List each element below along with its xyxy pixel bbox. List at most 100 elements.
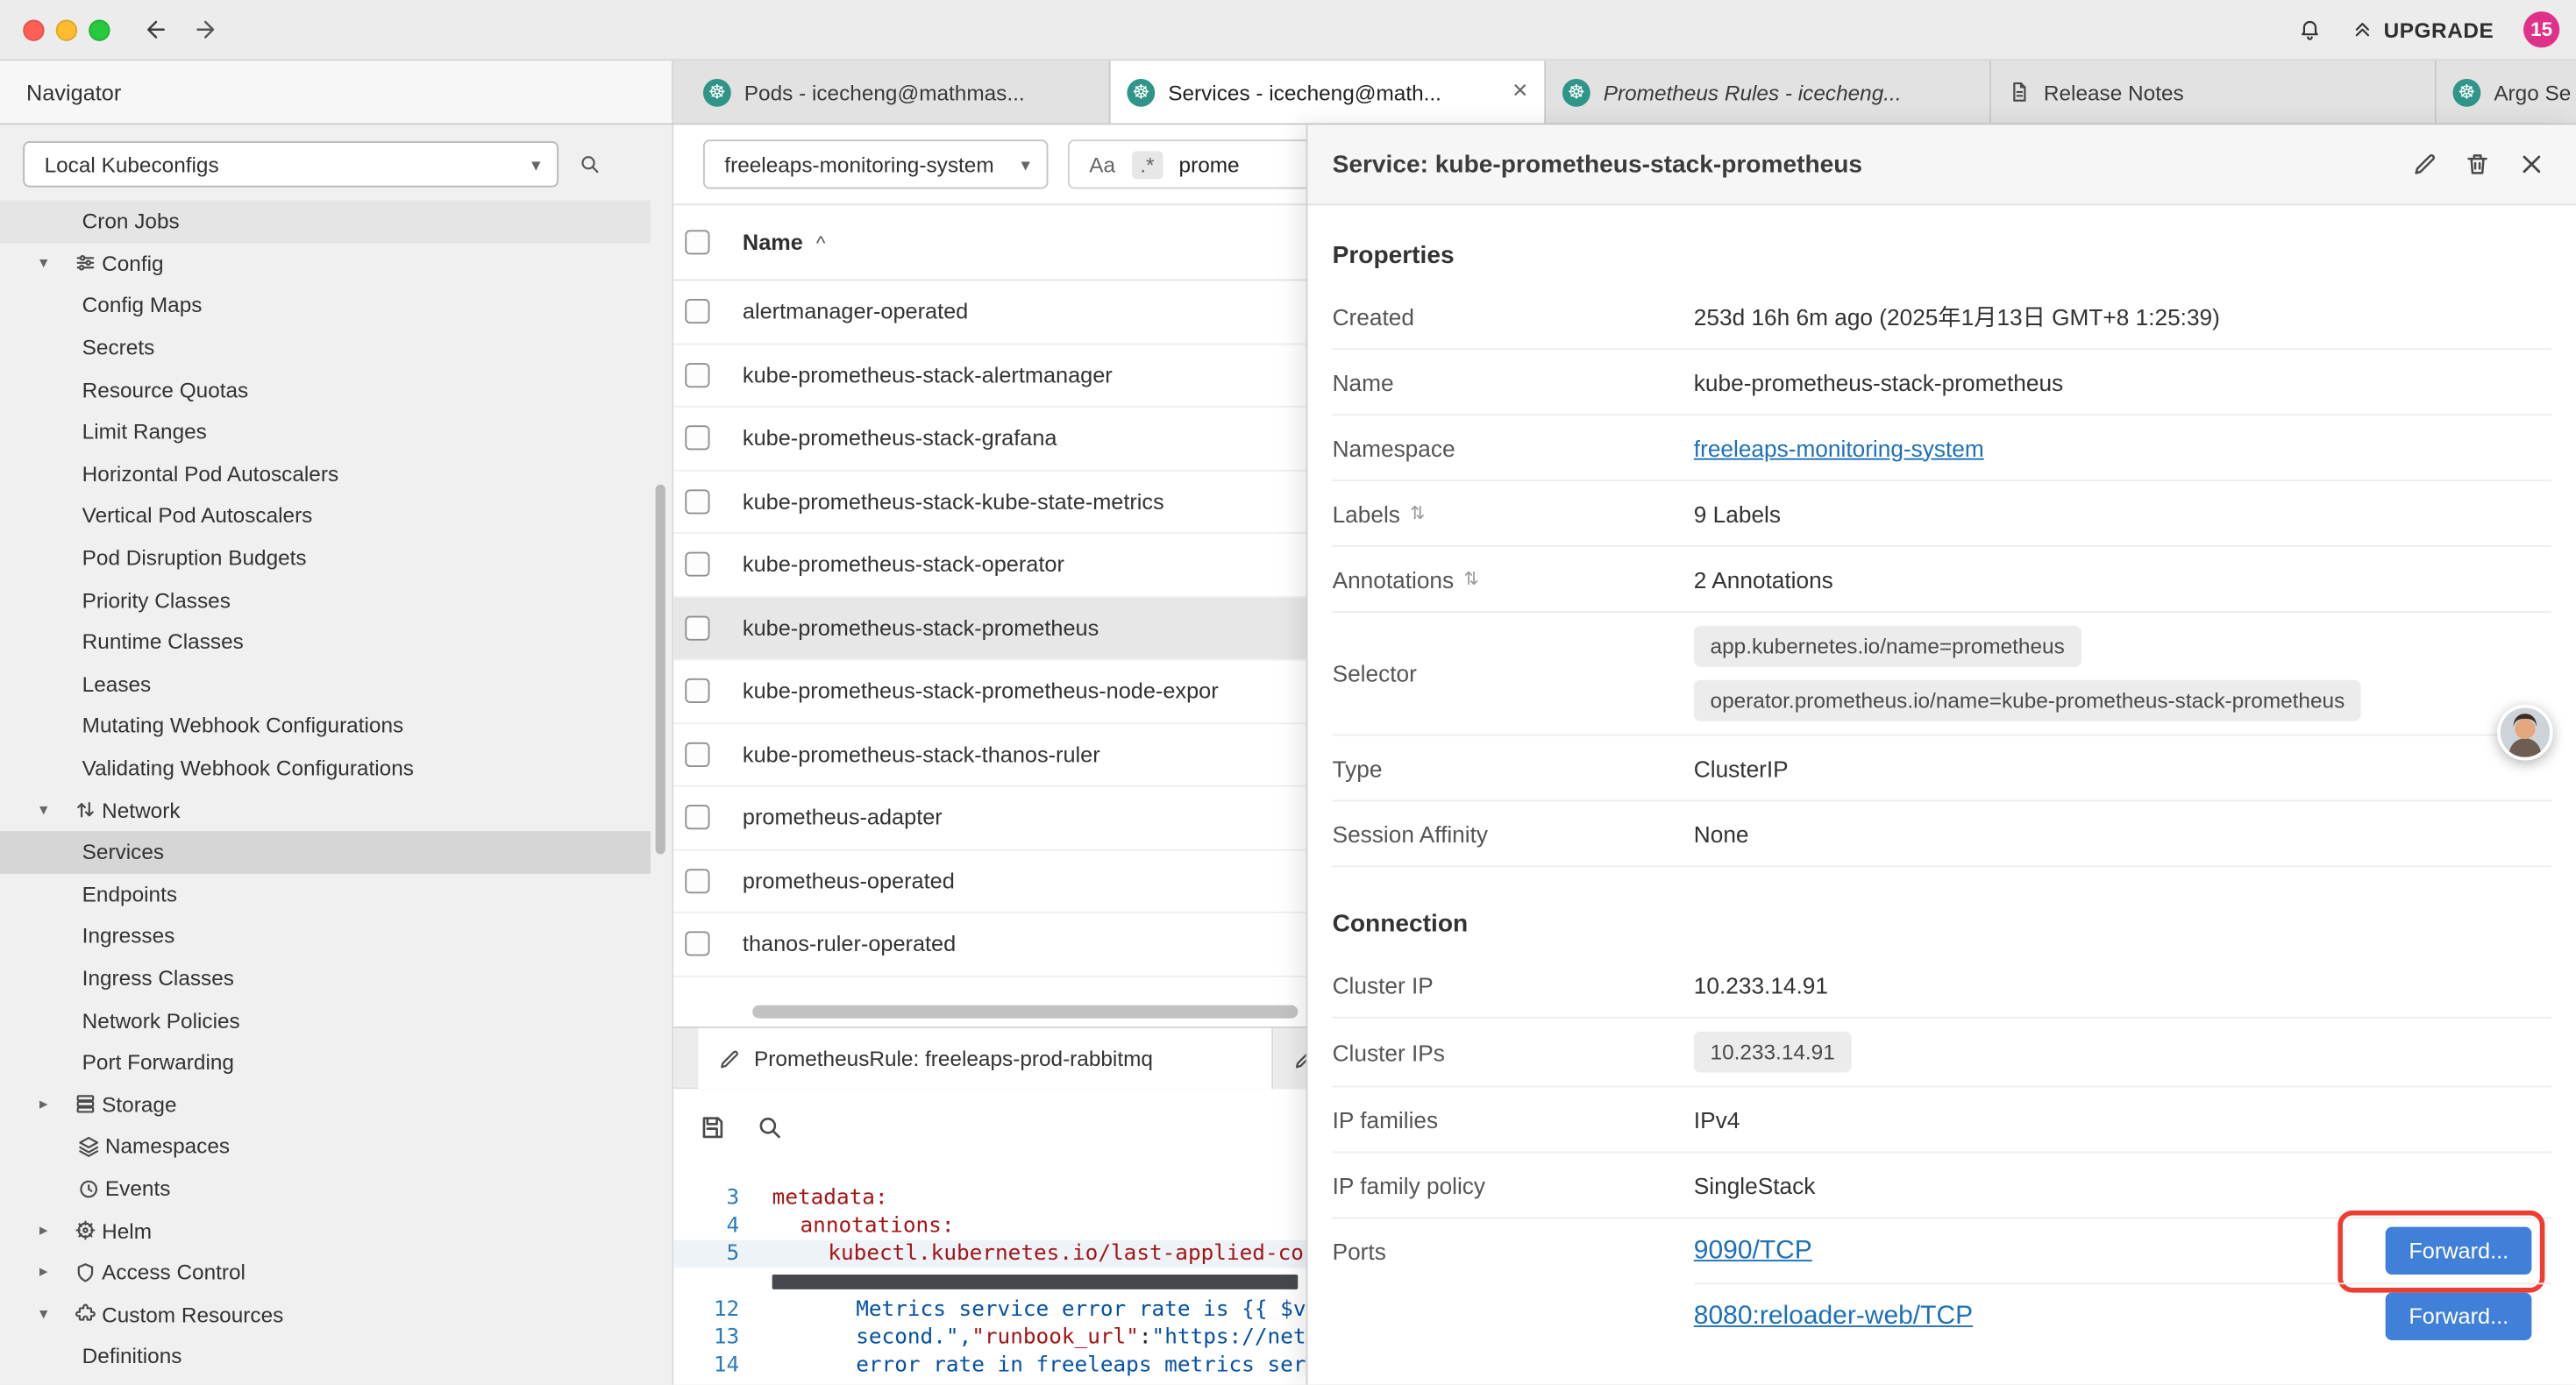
service-name: kube-prometheus-stack-operator (743, 552, 1064, 577)
sidebar-item-ingresses[interactable]: Ingresses (0, 915, 651, 957)
detail-value: app.kubernetes.io/name=prometheusoperato… (1694, 613, 2551, 735)
search-icon[interactable] (756, 1113, 784, 1141)
drawer-title: Service: kube-prometheus-stack-prometheu… (1333, 150, 1862, 178)
notifications-bell-icon[interactable] (2298, 18, 2321, 41)
detail-value: 253d 16h 6m ago (2025年1月13日 GMT+8 1:25:3… (1694, 300, 2551, 332)
forward-button[interactable]: Forward... (2386, 1293, 2531, 1340)
forward-arrow-icon[interactable] (192, 17, 218, 43)
notification-count-badge[interactable]: 15 (2523, 11, 2559, 47)
horizontal-scrollbar[interactable] (752, 1005, 1298, 1019)
sidebar-item-mutating-webhook-configurations[interactable]: Mutating Webhook Configurations (0, 705, 651, 747)
name-column-header[interactable]: Name (743, 230, 803, 254)
row-checkbox[interactable] (685, 489, 709, 514)
close-tab-icon[interactable]: × (1512, 77, 1528, 107)
sidebar-item-namespaces[interactable]: Namespaces (0, 1126, 651, 1168)
row-checkbox[interactable] (685, 552, 709, 577)
minimize-window-button[interactable] (56, 19, 77, 40)
chevron-right-icon[interactable]: ▸ (39, 1096, 69, 1114)
detail-label: Ports (1333, 1238, 1386, 1264)
port-link[interactable]: 8080:reloader-web/TCP (1694, 1302, 1973, 1332)
kubernetes-cluster-icon: ☸ (2452, 78, 2480, 106)
avatar[interactable] (2497, 705, 2553, 761)
sidebar-item-port-forwarding[interactable]: Port Forwarding (0, 1041, 651, 1083)
namespace-link[interactable]: freeleaps-monitoring-system (1694, 435, 1984, 461)
chevron-down-icon[interactable]: ▾ (39, 801, 69, 820)
detail-label: Annotations (1333, 565, 1455, 592)
back-arrow-icon[interactable] (143, 17, 169, 43)
row-checkbox[interactable] (685, 678, 709, 703)
sidebar-item-resource-quotas[interactable]: Resource Quotas (0, 368, 651, 410)
row-checkbox[interactable] (685, 299, 709, 323)
sidebar-item-secrets[interactable]: Secrets (0, 326, 651, 368)
sidebar-item-runtime-classes[interactable]: Runtime Classes (0, 621, 651, 663)
sidebar-item-endpoints[interactable]: Endpoints (0, 873, 651, 915)
sidebar-item-config[interactable]: ▾Config (0, 243, 651, 285)
forward-button[interactable]: Forward... (2386, 1227, 2531, 1275)
sidebar-item-priority-classes[interactable]: Priority Classes (0, 579, 651, 621)
regex-toggle[interactable]: .* (1132, 150, 1163, 178)
save-icon[interactable] (698, 1113, 726, 1141)
sidebar-item-leases[interactable]: Leases (0, 663, 651, 705)
sidebar-item-events[interactable]: Events (0, 1168, 651, 1210)
sidebar-item-label: Ingresses (82, 924, 175, 948)
tab-release-notes[interactable]: Release Notes (1991, 60, 2437, 123)
custom-resources-icon (69, 1303, 102, 1326)
sidebar-item-access-control[interactable]: ▸Access Control (0, 1252, 651, 1294)
sidebar-item-storage[interactable]: ▸Storage (0, 1083, 651, 1126)
sidebar-item-cron-jobs[interactable]: Cron Jobs (0, 201, 651, 243)
row-checkbox[interactable] (685, 615, 709, 640)
sidebar-item-network[interactable]: ▾Network (0, 789, 651, 831)
sidebar-item-validating-webhook-configurations[interactable]: Validating Webhook Configurations (0, 747, 651, 789)
port-line: 9090/TCP Forward... (1694, 1218, 2551, 1282)
sidebar-item-custom-resources[interactable]: ▾Custom Resources (0, 1294, 651, 1336)
sidebar-item-network-policies[interactable]: Network Policies (0, 999, 651, 1041)
select-all-checkbox[interactable] (685, 230, 709, 254)
namespace-selector[interactable]: freeleaps-monitoring-system ▾ (703, 139, 1048, 188)
row-checkbox[interactable] (685, 426, 709, 451)
sidebar-item-horizontal-pod-autoscalers[interactable]: Horizontal Pod Autoscalers (0, 452, 651, 494)
chevron-down-icon[interactable]: ▾ (39, 254, 69, 273)
sidebar-item-label: Port Forwarding (82, 1050, 234, 1075)
sidebar-item-services[interactable]: Services (0, 831, 651, 873)
chevron-right-icon[interactable]: ▸ (39, 1263, 69, 1282)
detail-row-name: Namekube-prometheus-stack-prometheus (1333, 350, 2551, 416)
match-case-toggle[interactable]: Aa (1089, 152, 1115, 176)
sidebar-item-label: Namespaces (105, 1134, 230, 1159)
close-window-button[interactable] (23, 19, 44, 40)
detail-value: kube-prometheus-stack-prometheus (1694, 369, 2551, 395)
row-checkbox[interactable] (685, 806, 709, 830)
search-query-text[interactable]: prome (1179, 152, 1240, 176)
tab-pods-icecheng-mathmas[interactable]: ☸Pods - icecheng@mathmas... (687, 60, 1110, 123)
tab-label: Pods - icecheng@mathmas... (744, 80, 1092, 104)
value-badge: app.kubernetes.io/name=prometheus (1694, 626, 2081, 667)
sidebar-scrollbar[interactable] (656, 485, 665, 855)
chevron-right-icon[interactable]: ▸ (39, 1221, 69, 1239)
port-link[interactable]: 9090/TCP (1694, 1236, 1812, 1266)
sidebar-item-ingress-classes[interactable]: Ingress Classes (0, 957, 651, 999)
tab-services-icecheng-math[interactable]: ☸Services - icecheng@math...× (1111, 60, 1547, 123)
sidebar-item-config-maps[interactable]: Config Maps (0, 285, 651, 327)
sidebar-item-definitions[interactable]: Definitions (0, 1336, 651, 1378)
tab-prometheus-rules-icecheng[interactable]: ☸Prometheus Rules - icecheng... (1546, 60, 1991, 123)
tab-argo-se[interactable]: ☸Argo Se (2437, 60, 2576, 123)
row-checkbox[interactable] (685, 742, 709, 766)
sidebar-item-helm[interactable]: ▸Helm (0, 1210, 651, 1252)
row-checkbox[interactable] (685, 363, 709, 387)
dock-tab-prometheusrule[interactable]: PrometheusRule: freeleaps-prod-rabbitmq (698, 1028, 1273, 1089)
sidebar-item-pod-disruption-budgets[interactable]: Pod Disruption Budgets (0, 536, 651, 579)
code-text: second.","runbook_url":"https://net (856, 1325, 1306, 1350)
chevron-down-icon[interactable]: ▾ (39, 1305, 69, 1324)
sidebar-item-limit-ranges[interactable]: Limit Ranges (0, 410, 651, 452)
close-icon[interactable] (2517, 150, 2547, 180)
upgrade-button[interactable]: UPGRADE (2351, 18, 2494, 42)
row-checkbox[interactable] (685, 932, 709, 956)
sidebar-item-vertical-pod-autoscalers[interactable]: Vertical Pod Autoscalers (0, 494, 651, 536)
tab-label: Prometheus Rules - icecheng... (1604, 80, 1974, 104)
row-checkbox[interactable] (685, 869, 709, 893)
maximize-window-button[interactable] (89, 19, 110, 40)
edit-icon[interactable] (2412, 150, 2438, 180)
delete-icon[interactable] (2465, 150, 2491, 180)
expand-toggle-icon[interactable]: ⇅ (1463, 568, 1478, 589)
sidebar-item-label: Runtime Classes (82, 629, 244, 654)
expand-toggle-icon[interactable]: ⇅ (1410, 502, 1425, 523)
